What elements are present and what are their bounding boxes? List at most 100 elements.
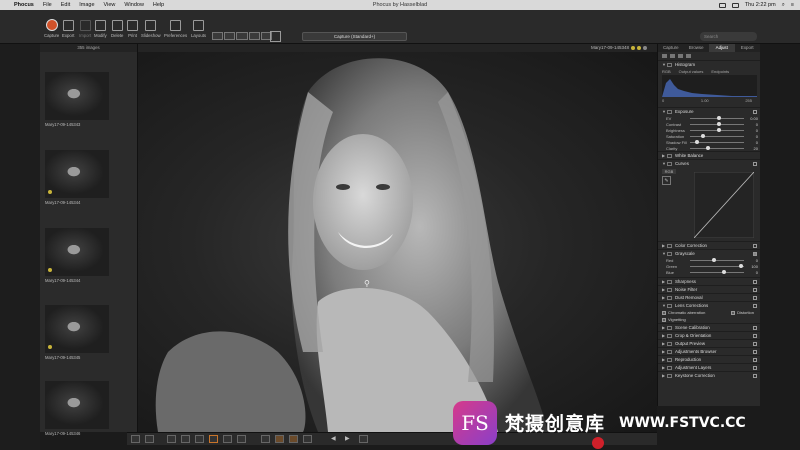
- menu-image[interactable]: Image: [79, 2, 94, 8]
- exposure-slider[interactable]: [690, 121, 744, 126]
- fullscreen-icon[interactable]: [359, 435, 368, 443]
- spotlight-icon[interactable]: ⌕: [782, 2, 785, 9]
- grayscale-slider[interactable]: [690, 257, 744, 262]
- enable-checkbox[interactable]: [753, 109, 757, 114]
- show-option-4[interactable]: [248, 32, 260, 40]
- hand-tool-icon[interactable]: [237, 435, 246, 443]
- slideshow-button[interactable]: Slideshow: [141, 12, 161, 38]
- previous-icon[interactable]: ◀: [331, 435, 336, 442]
- print-button[interactable]: Print: [127, 12, 138, 38]
- grayscale-header[interactable]: ▼ Grayscale: [658, 249, 760, 257]
- straighten-tool-icon[interactable]: [181, 435, 190, 443]
- search-input[interactable]: Search: [700, 32, 757, 41]
- enable-checkbox[interactable]: [753, 287, 757, 292]
- exposure-slider[interactable]: [690, 115, 744, 120]
- enable-checkbox[interactable]: [753, 303, 757, 308]
- enable-checkbox[interactable]: [753, 373, 757, 378]
- histogram-left-value[interactable]: 0: [662, 98, 664, 103]
- exposure-slider-value[interactable]: 0: [744, 128, 758, 133]
- menu-app[interactable]: Phocus: [14, 2, 34, 8]
- curve-graph[interactable]: [694, 172, 754, 238]
- tool-section-header[interactable]: ▶ Crop & Orientation: [658, 331, 760, 339]
- picker-tool-icon[interactable]: [223, 435, 232, 443]
- tool-section-header[interactable]: ▶ Keystone Correction: [658, 371, 760, 379]
- slider-knob[interactable]: [722, 269, 727, 274]
- exposure-slider[interactable]: [690, 139, 744, 144]
- exposure-slider-value[interactable]: 20: [744, 146, 758, 151]
- enable-checkbox[interactable]: [753, 349, 757, 354]
- histogram-mid-value[interactable]: 1.00: [701, 98, 709, 103]
- thumbnail[interactable]: Mary17-09-145344: [45, 150, 109, 205]
- dust-removal-header[interactable]: ▶ Dust Removal: [658, 293, 760, 301]
- delete-button[interactable]: Delete: [111, 12, 123, 38]
- adjustment-preset-select[interactable]: Capture (Standard+): [302, 32, 407, 41]
- grayscale-slider[interactable]: [690, 263, 744, 268]
- exposure-slider-value[interactable]: 0: [744, 140, 758, 145]
- show-option-2[interactable]: [224, 32, 236, 40]
- enable-checkbox[interactable]: [753, 341, 757, 346]
- exposure-slider[interactable]: [690, 133, 744, 138]
- histogram-mode[interactable]: RGB: [662, 69, 671, 74]
- enable-checkbox[interactable]: [753, 243, 757, 248]
- grid-overlay-icon[interactable]: [303, 435, 312, 443]
- tool-section-header[interactable]: ▶ Output Preview: [658, 339, 760, 347]
- grayscale-slider-value[interactable]: 0: [744, 270, 758, 275]
- enable-checkbox[interactable]: [753, 295, 757, 300]
- modify-button[interactable]: Modify: [94, 12, 107, 38]
- enable-checkbox[interactable]: [753, 279, 757, 284]
- tool-section-header[interactable]: ▶ Adjustment Layers: [658, 363, 760, 371]
- enable-checkbox[interactable]: [753, 357, 757, 362]
- menu-help[interactable]: Help: [153, 2, 164, 8]
- slider-knob[interactable]: [700, 133, 705, 138]
- enable-checkbox[interactable]: [753, 251, 757, 256]
- slider-knob[interactable]: [717, 127, 721, 132]
- overlay-alt-icon[interactable]: [289, 435, 298, 443]
- clock[interactable]: Thu 2:22 pm: [745, 2, 776, 8]
- tab-capture[interactable]: Capture: [658, 44, 684, 52]
- subtab-icon[interactable]: [662, 54, 667, 58]
- exposure-slider[interactable]: [690, 127, 744, 132]
- overlay-icon[interactable]: [275, 435, 284, 443]
- tab-browse[interactable]: Browse: [684, 44, 710, 52]
- compare-icon[interactable]: [261, 435, 270, 443]
- white-balance-header[interactable]: ▶ White Balance: [658, 151, 760, 159]
- menu-view[interactable]: View: [104, 2, 116, 8]
- thumbnail[interactable]: Mary17-09-145346: [45, 381, 109, 436]
- tool-section-header[interactable]: ▶ Scene Calibration: [658, 323, 760, 331]
- tool-section-header[interactable]: ▶ Reproduction: [658, 355, 760, 363]
- grayscale-slider-value[interactable]: 100: [744, 264, 758, 269]
- thumbnail[interactable]: Mary17-09-145343: [45, 72, 109, 127]
- enable-checkbox[interactable]: [753, 325, 757, 330]
- portrait-landscape-icon[interactable]: [270, 31, 281, 42]
- flag-dot[interactable]: [631, 46, 635, 50]
- exposure-slider-value[interactable]: 0.00: [744, 116, 758, 121]
- endpoints-checkbox[interactable]: Endpoints: [711, 69, 729, 74]
- grayscale-slider[interactable]: [690, 269, 744, 274]
- lens-corrections-header[interactable]: ▼ Lens Corrections: [658, 301, 760, 309]
- tool-section-header[interactable]: ▶ Adjustments Browser: [658, 347, 760, 355]
- histogram-header[interactable]: ▼ Histogram: [658, 60, 760, 68]
- subtab-icon[interactable]: [678, 54, 683, 58]
- enable-checkbox[interactable]: [753, 333, 757, 338]
- flag-dot[interactable]: [643, 46, 647, 50]
- color-correction-header[interactable]: ▶ Color Correction: [658, 241, 760, 249]
- distortion-checkbox[interactable]: [731, 310, 736, 315]
- histogram-right-value[interactable]: 255: [745, 98, 752, 103]
- show-option-3[interactable]: [236, 32, 248, 40]
- exposure-header[interactable]: ▼ Exposure: [658, 107, 760, 115]
- curves-header[interactable]: ▼ Curves: [658, 159, 760, 167]
- tab-adjust[interactable]: Adjust: [709, 44, 735, 52]
- export-button[interactable]: Export: [62, 12, 74, 38]
- subtab-icon[interactable]: [686, 54, 691, 58]
- view-grid-icon[interactable]: [145, 435, 154, 443]
- import-button[interactable]: Import: [79, 12, 91, 38]
- tab-export[interactable]: Export: [735, 44, 761, 52]
- eyedropper-icon[interactable]: ✎: [662, 176, 671, 185]
- exposure-slider-value[interactable]: 0: [744, 134, 758, 139]
- enable-checkbox[interactable]: [753, 161, 757, 166]
- subtab-icon[interactable]: [670, 54, 675, 58]
- vignetting-checkbox[interactable]: [662, 317, 666, 322]
- wifi-icon[interactable]: [731, 2, 739, 8]
- slider-knob[interactable]: [717, 121, 721, 126]
- slider-knob[interactable]: [695, 139, 700, 144]
